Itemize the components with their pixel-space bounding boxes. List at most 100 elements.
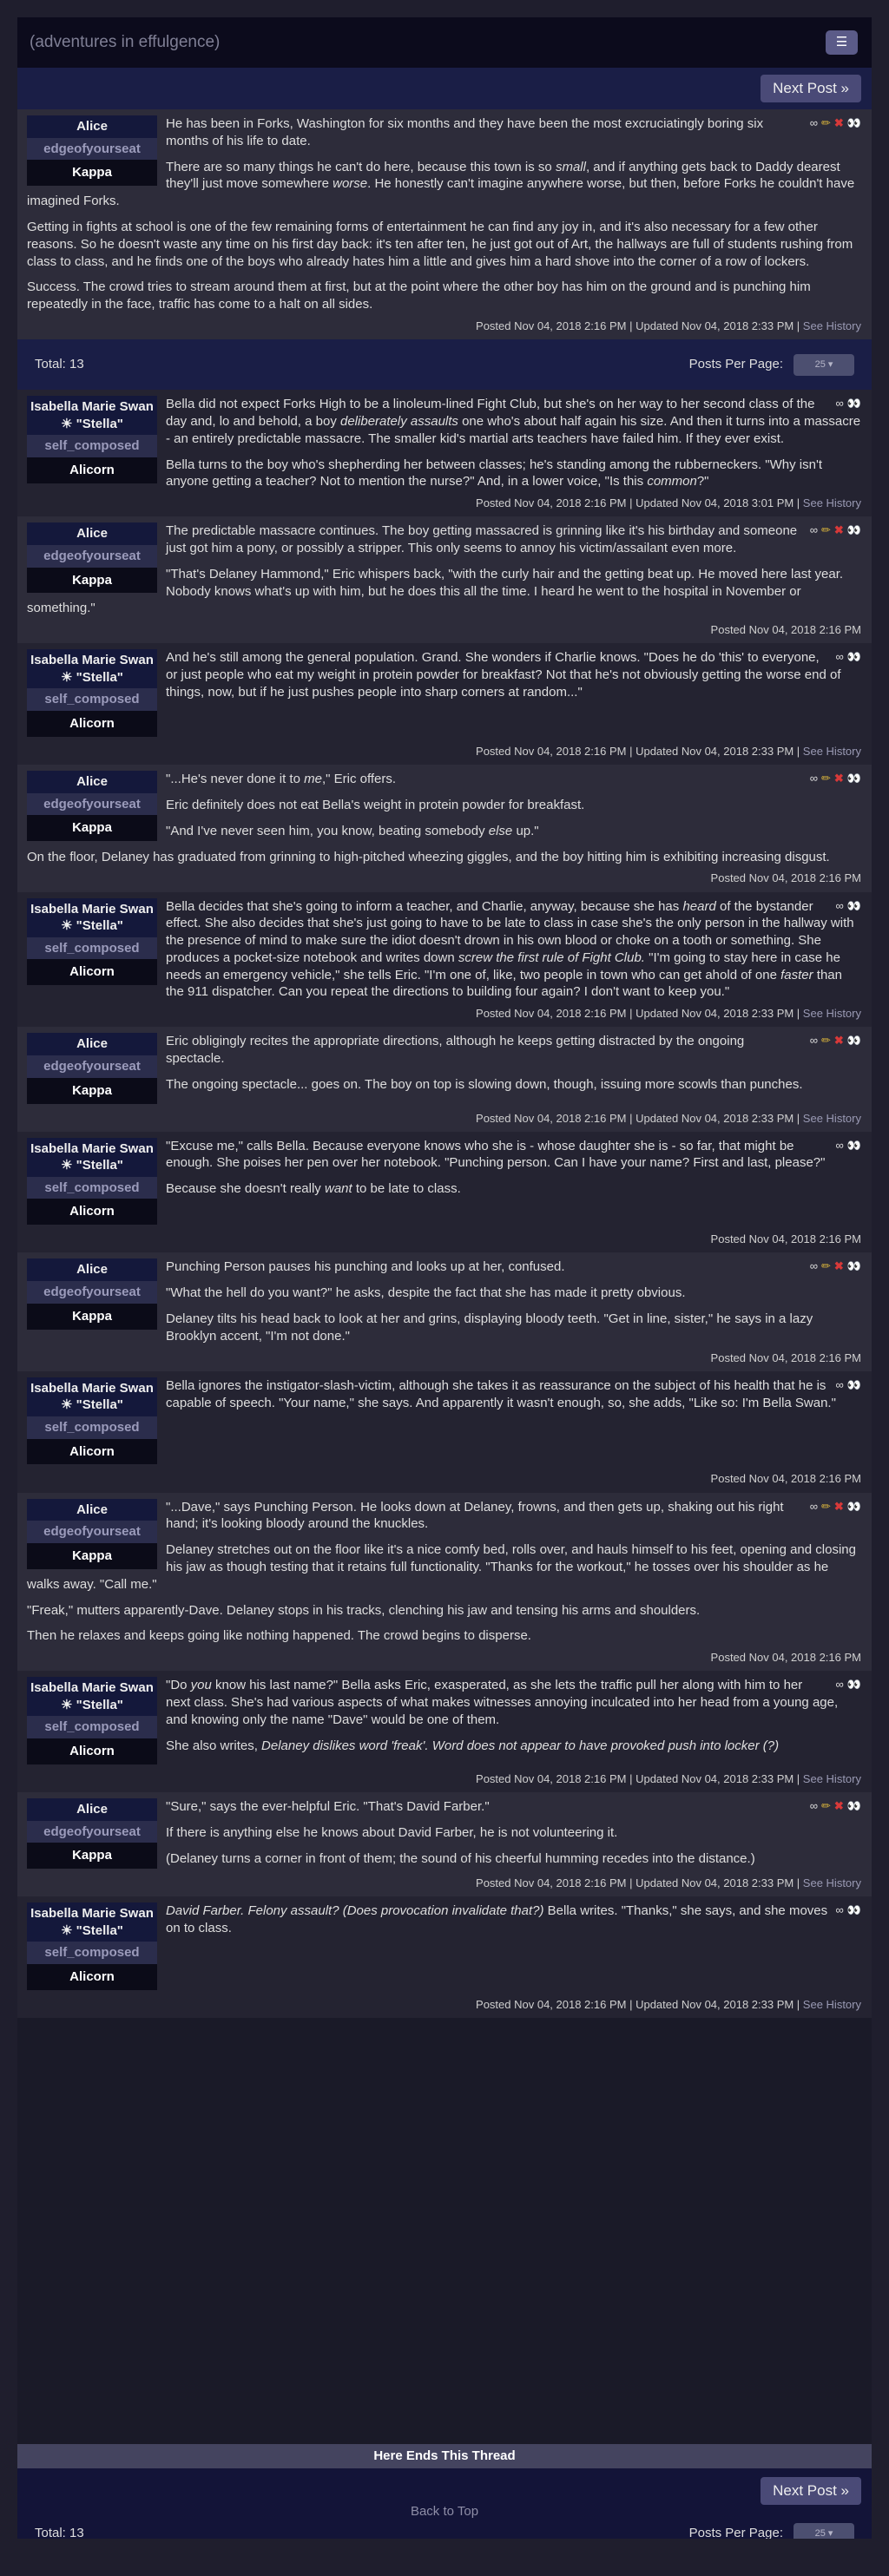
see-history-link[interactable]: See History <box>803 1112 861 1125</box>
next-post-button-bottom[interactable]: Next Post » <box>761 2476 861 2506</box>
delete-icon[interactable]: ✖ <box>834 771 844 786</box>
character-name[interactable]: Alice <box>27 771 157 793</box>
author-username[interactable]: edgeofyourseat <box>27 137 157 161</box>
view-icon[interactable]: 👀 <box>847 522 861 538</box>
permalink-icon[interactable]: ∞ <box>836 1377 844 1393</box>
post: Isabella Marie Swan ☀ "Stella" self_compo… <box>17 1370 872 1493</box>
author-username[interactable]: self_composed <box>27 1176 157 1199</box>
permalink-icon[interactable]: ∞ <box>810 1033 818 1048</box>
permalink-icon[interactable]: ∞ <box>836 1677 844 1692</box>
see-history-link[interactable]: See History <box>803 319 861 332</box>
thread-end-banner: Here Ends This Thread <box>17 2444 872 2468</box>
character-name[interactable]: Isabella Marie Swan ☀ "Stella" <box>27 1677 157 1717</box>
view-icon[interactable]: 👀 <box>847 771 861 786</box>
author-username[interactable]: edgeofyourseat <box>27 544 157 568</box>
character-tag: Alicorn <box>27 711 157 737</box>
character-name[interactable]: Alice <box>27 1033 157 1055</box>
per-page-select[interactable]: 25 ▾ <box>794 353 854 376</box>
delete-icon[interactable]: ✖ <box>834 1499 844 1515</box>
view-icon[interactable]: 👀 <box>847 396 861 411</box>
character-name[interactable]: Isabella Marie Swan ☀ "Stella" <box>27 396 157 436</box>
character-name[interactable]: Isabella Marie Swan ☀ "Stella" <box>27 897 157 937</box>
edit-icon[interactable]: ✏ <box>821 115 831 131</box>
author-username[interactable]: self_composed <box>27 688 157 712</box>
post: Alice edgeofyourseat Kappa ∞ ✏ ✖ 👀 Punching Per… <box>17 1252 872 1371</box>
permalink-icon[interactable]: ∞ <box>836 1902 844 1918</box>
author-username[interactable]: self_composed <box>27 435 157 457</box>
back-to-top-link[interactable]: Back to Top <box>0 2503 889 2520</box>
post-actions: ∞ ✏ ✖ 👀 <box>810 1798 861 1814</box>
view-icon[interactable]: 👀 <box>847 1798 861 1814</box>
author-username[interactable]: self_composed <box>27 1942 157 1965</box>
view-icon[interactable]: 👀 <box>847 649 861 665</box>
see-history-link[interactable]: See History <box>803 745 861 758</box>
character-name[interactable]: Isabella Marie Swan ☀ "Stella" <box>27 649 157 689</box>
delete-icon[interactable]: ✖ <box>834 115 844 131</box>
delete-icon[interactable]: ✖ <box>834 1033 844 1048</box>
edit-icon[interactable]: ✏ <box>821 771 831 786</box>
edit-icon[interactable]: ✏ <box>821 522 831 538</box>
permalink-icon[interactable]: ∞ <box>810 1258 818 1274</box>
view-icon[interactable]: 👀 <box>847 115 861 131</box>
view-icon[interactable]: 👀 <box>847 1377 861 1393</box>
permalink-icon[interactable]: ∞ <box>810 771 818 786</box>
board-title[interactable]: (adventures in effulgence) <box>30 31 220 53</box>
author-username[interactable]: edgeofyourseat <box>27 1820 157 1843</box>
edit-icon[interactable]: ✏ <box>821 1499 831 1515</box>
delete-icon[interactable]: ✖ <box>834 1258 844 1274</box>
post: Isabella Marie Swan ☀ "Stella" self_compo… <box>17 1131 872 1253</box>
author-username[interactable]: edgeofyourseat <box>27 1521 157 1543</box>
post-timestamp: Posted Nov 04, 2018 2:16 PM | Updated No… <box>27 1870 861 1890</box>
edit-icon[interactable]: ✏ <box>821 1798 831 1814</box>
view-icon[interactable]: 👀 <box>847 1902 861 1918</box>
see-history-link[interactable]: See History <box>803 1998 861 2011</box>
author-username[interactable]: self_composed <box>27 1716 157 1739</box>
edit-icon[interactable]: ✏ <box>821 1033 831 1048</box>
timestamp-text: Posted Nov 04, 2018 2:16 PM <box>710 1232 861 1246</box>
hamburger-icon[interactable]: ☰ <box>826 30 858 55</box>
character-card: Isabella Marie Swan ☀ "Stella" self_compo… <box>27 1902 157 1990</box>
post-actions: ∞ 👀 <box>836 649 861 665</box>
view-icon[interactable]: 👀 <box>847 1677 861 1692</box>
author-username[interactable]: edgeofyourseat <box>27 1280 157 1304</box>
permalink-icon[interactable]: ∞ <box>810 1798 818 1814</box>
permalink-icon[interactable]: ∞ <box>810 522 818 538</box>
character-name[interactable]: Isabella Marie Swan ☀ "Stella" <box>27 1377 157 1416</box>
author-username[interactable]: self_composed <box>27 1416 157 1439</box>
see-history-link[interactable]: See History <box>803 496 861 509</box>
view-icon[interactable]: 👀 <box>847 1138 861 1153</box>
permalink-icon[interactable]: ∞ <box>836 649 844 665</box>
post-paragraph: Then he relaxes and keeps going like not… <box>27 1628 531 1644</box>
permalink-icon[interactable]: ∞ <box>810 1499 818 1515</box>
permalink-icon[interactable]: ∞ <box>836 396 844 411</box>
post-timestamp: Posted Nov 04, 2018 2:16 PM | Updated No… <box>27 1766 861 1786</box>
see-history-link[interactable]: See History <box>803 1876 861 1889</box>
author-username[interactable]: edgeofyourseat <box>27 1055 157 1078</box>
character-name[interactable]: Alice <box>27 522 157 545</box>
edit-icon[interactable]: ✏ <box>821 1258 831 1274</box>
permalink-icon[interactable]: ∞ <box>810 115 818 131</box>
post-actions: ∞ 👀 <box>836 1377 861 1393</box>
character-name[interactable]: Alice <box>27 1498 157 1521</box>
author-username[interactable]: self_composed <box>27 936 157 960</box>
see-history-link[interactable]: See History <box>803 1007 861 1020</box>
post-actions: ∞ ✏ ✖ 👀 <box>810 1499 861 1515</box>
see-history-link[interactable]: See History <box>803 1772 861 1785</box>
character-name[interactable]: Isabella Marie Swan ☀ "Stella" <box>27 1137 157 1177</box>
view-icon[interactable]: 👀 <box>847 1033 861 1048</box>
next-post-button[interactable]: Next Post » <box>761 74 861 103</box>
view-icon[interactable]: 👀 <box>847 898 861 914</box>
character-name[interactable]: Alice <box>27 1258 157 1281</box>
per-page-select[interactable]: 25 ▾ <box>794 2522 854 2539</box>
character-name[interactable]: Alice <box>27 115 157 138</box>
permalink-icon[interactable]: ∞ <box>836 1138 844 1153</box>
character-name[interactable]: Alice <box>27 1798 157 1821</box>
author-username[interactable]: edgeofyourseat <box>27 792 157 816</box>
view-icon[interactable]: 👀 <box>847 1499 861 1515</box>
character-tag: Alicorn <box>27 1964 157 1990</box>
delete-icon[interactable]: ✖ <box>834 522 844 538</box>
character-name[interactable]: Isabella Marie Swan ☀ "Stella" <box>27 1902 157 1942</box>
permalink-icon[interactable]: ∞ <box>836 898 844 914</box>
view-icon[interactable]: 👀 <box>847 1258 861 1274</box>
delete-icon[interactable]: ✖ <box>834 1798 844 1814</box>
